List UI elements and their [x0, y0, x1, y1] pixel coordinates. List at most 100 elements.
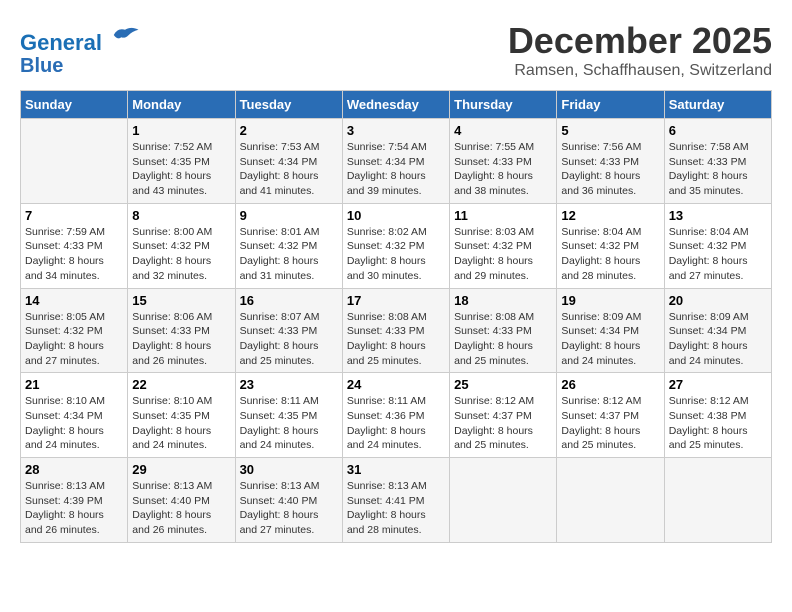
weekday-header-tuesday: Tuesday	[235, 91, 342, 119]
day-number: 27	[669, 377, 767, 392]
day-info: Sunrise: 7:56 AM Sunset: 4:33 PM Dayligh…	[561, 140, 659, 199]
day-info: Sunrise: 8:13 AM Sunset: 4:39 PM Dayligh…	[25, 479, 123, 538]
calendar-cell: 18 Sunrise: 8:08 AM Sunset: 4:33 PM Dayli…	[450, 288, 557, 373]
day-info: Sunrise: 8:07 AM Sunset: 4:33 PM Dayligh…	[240, 310, 338, 369]
calendar-cell: 14Sunrise: 8:05 AM Sunset: 4:32 PM Dayli…	[21, 288, 128, 373]
weekday-header-sunday: Sunday	[21, 91, 128, 119]
day-number: 17	[347, 293, 445, 308]
day-info: Sunrise: 8:09 AM Sunset: 4:34 PM Dayligh…	[669, 310, 767, 369]
calendar-cell: 16 Sunrise: 8:07 AM Sunset: 4:33 PM Dayli…	[235, 288, 342, 373]
weekday-header-row: SundayMondayTuesdayWednesdayThursdayFrid…	[21, 91, 772, 119]
day-info: Sunrise: 8:12 AM Sunset: 4:37 PM Dayligh…	[454, 394, 552, 453]
day-number: 16	[240, 293, 338, 308]
calendar-cell: 27 Sunrise: 8:12 AM Sunset: 4:38 PM Dayli…	[664, 373, 771, 458]
calendar-cell: 20Sunrise: 8:09 AM Sunset: 4:34 PM Dayli…	[664, 288, 771, 373]
day-info: Sunrise: 8:06 AM Sunset: 4:33 PM Dayligh…	[132, 310, 230, 369]
day-info: Sunrise: 8:08 AM Sunset: 4:33 PM Dayligh…	[454, 310, 552, 369]
day-number: 25	[454, 377, 552, 392]
day-number: 28	[25, 462, 123, 477]
calendar-cell: 23 Sunrise: 8:11 AM Sunset: 4:35 PM Dayli…	[235, 373, 342, 458]
logo-general: General	[20, 30, 102, 55]
calendar-week-row: 7 Sunrise: 7:59 AM Sunset: 4:33 PM Daylig…	[21, 203, 772, 288]
calendar-cell	[450, 458, 557, 543]
calendar-cell: 15Sunrise: 8:06 AM Sunset: 4:33 PM Dayli…	[128, 288, 235, 373]
calendar-cell: 28 Sunrise: 8:13 AM Sunset: 4:39 PM Dayli…	[21, 458, 128, 543]
day-number: 6	[669, 123, 767, 138]
calendar-cell: 6 Sunrise: 7:58 AM Sunset: 4:33 PM Daylig…	[664, 119, 771, 204]
day-info: Sunrise: 8:09 AM Sunset: 4:34 PM Dayligh…	[561, 310, 659, 369]
day-number: 12	[561, 208, 659, 223]
calendar-cell: 7 Sunrise: 7:59 AM Sunset: 4:33 PM Daylig…	[21, 203, 128, 288]
day-info: Sunrise: 8:12 AM Sunset: 4:37 PM Dayligh…	[561, 394, 659, 453]
day-info: Sunrise: 8:13 AM Sunset: 4:40 PM Dayligh…	[240, 479, 338, 538]
day-info: Sunrise: 8:03 AM Sunset: 4:32 PM Dayligh…	[454, 225, 552, 284]
day-info: Sunrise: 8:13 AM Sunset: 4:40 PM Dayligh…	[132, 479, 230, 538]
day-info: Sunrise: 7:58 AM Sunset: 4:33 PM Dayligh…	[669, 140, 767, 199]
day-info: Sunrise: 8:11 AM Sunset: 4:35 PM Dayligh…	[240, 394, 338, 453]
day-number: 24	[347, 377, 445, 392]
day-number: 13	[669, 208, 767, 223]
day-number: 9	[240, 208, 338, 223]
day-number: 2	[240, 123, 338, 138]
calendar-week-row: 21Sunrise: 8:10 AM Sunset: 4:34 PM Dayli…	[21, 373, 772, 458]
day-number: 19	[561, 293, 659, 308]
calendar-cell: 3 Sunrise: 7:54 AM Sunset: 4:34 PM Daylig…	[342, 119, 449, 204]
calendar-cell: 17 Sunrise: 8:08 AM Sunset: 4:33 PM Dayli…	[342, 288, 449, 373]
calendar-cell: 1Sunrise: 7:52 AM Sunset: 4:35 PM Daylig…	[128, 119, 235, 204]
calendar-cell	[21, 119, 128, 204]
calendar-cell: 13 Sunrise: 8:04 AM Sunset: 4:32 PM Dayli…	[664, 203, 771, 288]
day-info: Sunrise: 8:00 AM Sunset: 4:32 PM Dayligh…	[132, 225, 230, 284]
day-number: 21	[25, 377, 123, 392]
day-number: 3	[347, 123, 445, 138]
weekday-header-friday: Friday	[557, 91, 664, 119]
page-header: General Blue December 2025 Ramsen, Schaf…	[20, 20, 772, 80]
day-info: Sunrise: 7:52 AM Sunset: 4:35 PM Dayligh…	[132, 140, 230, 199]
calendar-cell: 26 Sunrise: 8:12 AM Sunset: 4:37 PM Dayli…	[557, 373, 664, 458]
calendar-table: SundayMondayTuesdayWednesdayThursdayFrid…	[20, 90, 772, 543]
weekday-header-saturday: Saturday	[664, 91, 771, 119]
day-number: 10	[347, 208, 445, 223]
logo-text: General	[20, 20, 140, 55]
calendar-cell	[557, 458, 664, 543]
calendar-cell	[664, 458, 771, 543]
day-number: 23	[240, 377, 338, 392]
day-info: Sunrise: 8:10 AM Sunset: 4:35 PM Dayligh…	[132, 394, 230, 453]
day-number: 30	[240, 462, 338, 477]
day-number: 7	[25, 208, 123, 223]
weekday-header-wednesday: Wednesday	[342, 91, 449, 119]
day-number: 4	[454, 123, 552, 138]
day-info: Sunrise: 8:04 AM Sunset: 4:32 PM Dayligh…	[561, 225, 659, 284]
calendar-cell: 12 Sunrise: 8:04 AM Sunset: 4:32 PM Dayli…	[557, 203, 664, 288]
calendar-cell: 10 Sunrise: 8:02 AM Sunset: 4:32 PM Dayli…	[342, 203, 449, 288]
logo-bird-icon	[110, 20, 140, 50]
day-info: Sunrise: 8:02 AM Sunset: 4:32 PM Dayligh…	[347, 225, 445, 284]
calendar-week-row: 28 Sunrise: 8:13 AM Sunset: 4:39 PM Dayli…	[21, 458, 772, 543]
calendar-week-row: 14Sunrise: 8:05 AM Sunset: 4:32 PM Dayli…	[21, 288, 772, 373]
title-block: December 2025 Ramsen, Schaffhausen, Swit…	[508, 20, 772, 80]
logo-blue: Blue	[20, 55, 140, 77]
calendar-cell: 9 Sunrise: 8:01 AM Sunset: 4:32 PM Daylig…	[235, 203, 342, 288]
calendar-cell: 4 Sunrise: 7:55 AM Sunset: 4:33 PM Daylig…	[450, 119, 557, 204]
day-info: Sunrise: 8:01 AM Sunset: 4:32 PM Dayligh…	[240, 225, 338, 284]
day-number: 26	[561, 377, 659, 392]
weekday-header-monday: Monday	[128, 91, 235, 119]
month-title: December 2025	[508, 20, 772, 62]
calendar-cell: 25 Sunrise: 8:12 AM Sunset: 4:37 PM Dayli…	[450, 373, 557, 458]
calendar-cell: 22 Sunrise: 8:10 AM Sunset: 4:35 PM Dayli…	[128, 373, 235, 458]
day-info: Sunrise: 8:12 AM Sunset: 4:38 PM Dayligh…	[669, 394, 767, 453]
day-number: 5	[561, 123, 659, 138]
day-info: Sunrise: 8:04 AM Sunset: 4:32 PM Dayligh…	[669, 225, 767, 284]
day-number: 22	[132, 377, 230, 392]
day-info: Sunrise: 7:54 AM Sunset: 4:34 PM Dayligh…	[347, 140, 445, 199]
location-title: Ramsen, Schaffhausen, Switzerland	[508, 62, 772, 80]
day-info: Sunrise: 8:13 AM Sunset: 4:41 PM Dayligh…	[347, 479, 445, 538]
calendar-cell: 19 Sunrise: 8:09 AM Sunset: 4:34 PM Dayli…	[557, 288, 664, 373]
day-info: Sunrise: 7:55 AM Sunset: 4:33 PM Dayligh…	[454, 140, 552, 199]
logo: General Blue	[20, 20, 140, 77]
calendar-cell: 29 Sunrise: 8:13 AM Sunset: 4:40 PM Dayli…	[128, 458, 235, 543]
day-number: 18	[454, 293, 552, 308]
day-info: Sunrise: 8:08 AM Sunset: 4:33 PM Dayligh…	[347, 310, 445, 369]
day-number: 29	[132, 462, 230, 477]
day-info: Sunrise: 7:59 AM Sunset: 4:33 PM Dayligh…	[25, 225, 123, 284]
calendar-cell: 21Sunrise: 8:10 AM Sunset: 4:34 PM Dayli…	[21, 373, 128, 458]
